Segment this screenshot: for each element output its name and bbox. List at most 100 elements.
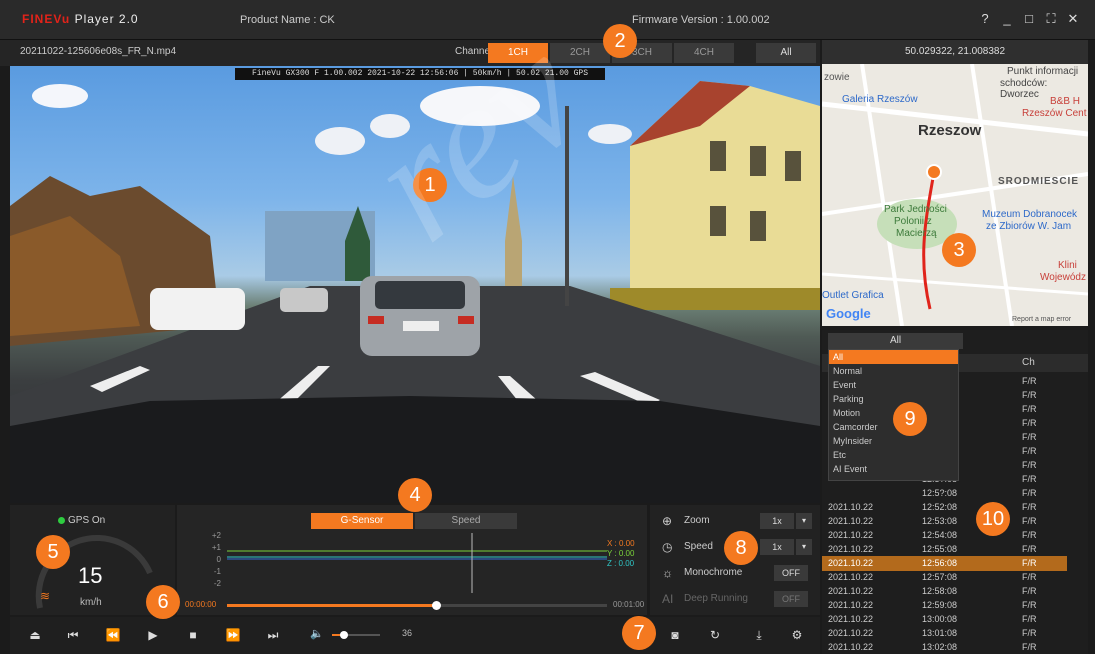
list-item-time: 13:01:08 bbox=[922, 628, 958, 638]
callout-6: 6 bbox=[146, 585, 180, 619]
map-report-link[interactable]: Report a map error bbox=[1012, 316, 1071, 323]
volume-control: 🔈 36 bbox=[310, 627, 412, 643]
eject-icon[interactable]: ⏏ bbox=[16, 622, 54, 649]
list-item-ch: F/R bbox=[1022, 376, 1037, 386]
list-item-time: 12:58:08 bbox=[922, 586, 958, 596]
dropdown-option[interactable]: Event bbox=[829, 378, 958, 392]
gsensor-graph bbox=[227, 533, 607, 593]
dropdown-option[interactable]: Parking bbox=[829, 392, 958, 406]
maximize-button[interactable]: □ bbox=[1020, 10, 1038, 28]
y-tick-label: +2 bbox=[211, 531, 221, 540]
volume-slider[interactable] bbox=[332, 631, 380, 639]
map-label-zowie: zowie bbox=[824, 72, 850, 83]
dropdown-option[interactable]: Etc bbox=[829, 448, 958, 462]
speed-select[interactable]: 1x bbox=[760, 539, 794, 555]
volume-handle[interactable] bbox=[340, 631, 348, 639]
list-item[interactable]: 12:5?:08 F/R bbox=[822, 486, 1067, 501]
gsensor-y-readout: Y : 0.00 bbox=[607, 549, 635, 558]
zoom-icon: ⊕ bbox=[662, 514, 673, 528]
y-tick-label: +1 bbox=[211, 543, 221, 552]
list-item-ch: F/R bbox=[1022, 586, 1037, 596]
list-item[interactable]: 2021.10.22 13:02:08 F/R bbox=[822, 640, 1067, 654]
rewind-icon[interactable]: ⏪ bbox=[94, 622, 132, 649]
chevron-down-icon[interactable]: ▾ bbox=[796, 513, 812, 529]
play-icon[interactable]: ▶ bbox=[134, 622, 172, 649]
callout-10: 10 bbox=[976, 502, 1010, 536]
y-tick-label: -1 bbox=[213, 567, 221, 576]
channel-all-button[interactable]: All bbox=[756, 43, 816, 63]
map-label-outlet: Outlet Grafica bbox=[822, 290, 884, 301]
fullscreen-button[interactable]: ⛶ bbox=[1042, 10, 1060, 28]
dropdown-option[interactable]: AI Event bbox=[829, 462, 958, 476]
list-item[interactable]: 2021.10.22 12:58:08 F/R bbox=[822, 584, 1067, 599]
previous-file-icon[interactable]: ⏮ bbox=[54, 622, 92, 649]
fast-forward-icon[interactable]: ⏩ bbox=[214, 622, 252, 649]
settings-gear-icon[interactable]: ⚙ bbox=[778, 622, 816, 649]
list-item-ch: F/R bbox=[1022, 502, 1037, 512]
camera-snapshot-icon[interactable]: ◙ bbox=[656, 622, 694, 649]
list-item[interactable]: 2021.10.22 12:54:08 F/R bbox=[822, 528, 1067, 543]
list-item[interactable]: 2021.10.22 12:55:08 F/R bbox=[822, 542, 1067, 557]
tab-gsensor[interactable]: G-Sensor bbox=[311, 513, 413, 529]
dropdown-option[interactable]: Normal bbox=[829, 364, 958, 378]
monochrome-toggle[interactable]: OFF bbox=[774, 565, 808, 581]
list-item[interactable]: 2021.10.22 12:56:08 F/R bbox=[822, 556, 1067, 571]
dashcam-frame bbox=[10, 81, 820, 503]
callout-4: 4 bbox=[398, 478, 432, 512]
chevron-down-icon[interactable]: ▾ bbox=[796, 539, 812, 555]
zoom-option: ⊕ Zoom 1x ▾ bbox=[660, 511, 815, 531]
product-name: Product Name : CK bbox=[240, 14, 335, 26]
callout-9: 9 bbox=[893, 402, 927, 436]
event-filter-select[interactable]: All bbox=[828, 333, 963, 349]
deep-running-toggle[interactable]: OFF bbox=[774, 591, 808, 607]
list-item[interactable]: 2021.10.22 12:53:08 F/R bbox=[822, 514, 1067, 529]
list-item-date: 2021.10.22 bbox=[828, 600, 874, 610]
list-item[interactable]: 2021.10.22 12:52:08 F/R bbox=[822, 500, 1067, 515]
list-item-date: 2021.10.22 bbox=[828, 530, 874, 540]
seek-handle[interactable] bbox=[432, 601, 441, 610]
close-button[interactable]: ✕ bbox=[1064, 10, 1082, 28]
video-osd-text: FineVu GX300 F 1.00.002 2021-10-22 12:56… bbox=[235, 68, 605, 80]
speed-value: 15 bbox=[78, 563, 103, 588]
ai-icon: AI bbox=[662, 592, 674, 606]
map-label-rzeszow-cent: Rzeszów Cent bbox=[1022, 108, 1087, 119]
minimize-button[interactable]: _ bbox=[998, 10, 1016, 28]
dropdown-option[interactable]: MyInsider bbox=[829, 434, 958, 448]
volume-icon[interactable]: 🔈 bbox=[310, 627, 324, 640]
map-label-punkt: Punkt informacji bbox=[1007, 66, 1079, 77]
next-file-icon[interactable]: ⏭ bbox=[254, 622, 292, 649]
list-item[interactable]: 2021.10.22 13:00:08 F/R bbox=[822, 612, 1067, 627]
channel-1-button[interactable]: 1CH bbox=[488, 43, 548, 63]
list-item-ch: F/R bbox=[1022, 404, 1037, 414]
speed-icon: ◷ bbox=[662, 540, 673, 554]
channel-4-button[interactable]: 4CH bbox=[674, 43, 734, 63]
channel-2-button[interactable]: 2CH bbox=[550, 43, 610, 63]
download-icon[interactable]: ⤓ bbox=[740, 622, 778, 649]
list-item[interactable]: 2021.10.22 12:59:08 F/R bbox=[822, 598, 1067, 613]
dropdown-option[interactable]: All bbox=[829, 350, 958, 364]
deep-running-label: Deep Running bbox=[684, 593, 748, 604]
list-item[interactable]: 2021.10.22 13:01:08 F/R bbox=[822, 626, 1067, 641]
rotate-icon[interactable]: ↻ bbox=[696, 622, 734, 649]
firmware-version: Firmware Version : 1.00.002 bbox=[632, 14, 770, 26]
y-tick-label: -2 bbox=[213, 579, 221, 588]
help-button[interactable]: ? bbox=[976, 10, 994, 28]
map-label-park3: Macierzą bbox=[896, 228, 937, 239]
list-item-time: 12:59:08 bbox=[922, 600, 958, 610]
tab-speed[interactable]: Speed bbox=[415, 513, 517, 529]
file-name: 20211022-125606e08s_FR_N.mp4 bbox=[20, 46, 177, 57]
speed-gauge-icon: ≋ bbox=[40, 589, 51, 603]
list-item-ch: F/R bbox=[1022, 516, 1037, 526]
zoom-select[interactable]: 1x bbox=[760, 513, 794, 529]
callout-8: 8 bbox=[724, 531, 758, 565]
map-label-city: Rzeszow bbox=[918, 122, 982, 139]
list-item-date: 2021.10.22 bbox=[828, 628, 874, 638]
video-view[interactable]: FineVu GX300 F 1.00.002 2021-10-22 12:56… bbox=[10, 66, 820, 503]
stop-icon[interactable]: ■ bbox=[174, 622, 212, 649]
sun-icon: ☼ bbox=[662, 566, 673, 580]
list-item-time: 12:53:08 bbox=[922, 516, 958, 526]
list-item-ch: F/R bbox=[1022, 530, 1037, 540]
map-view[interactable]: zowie Galeria Rzeszów Punkt informacji s… bbox=[822, 64, 1088, 326]
list-item[interactable]: 2021.10.22 12:57:08 F/R bbox=[822, 570, 1067, 585]
seek-bar[interactable] bbox=[227, 601, 607, 610]
